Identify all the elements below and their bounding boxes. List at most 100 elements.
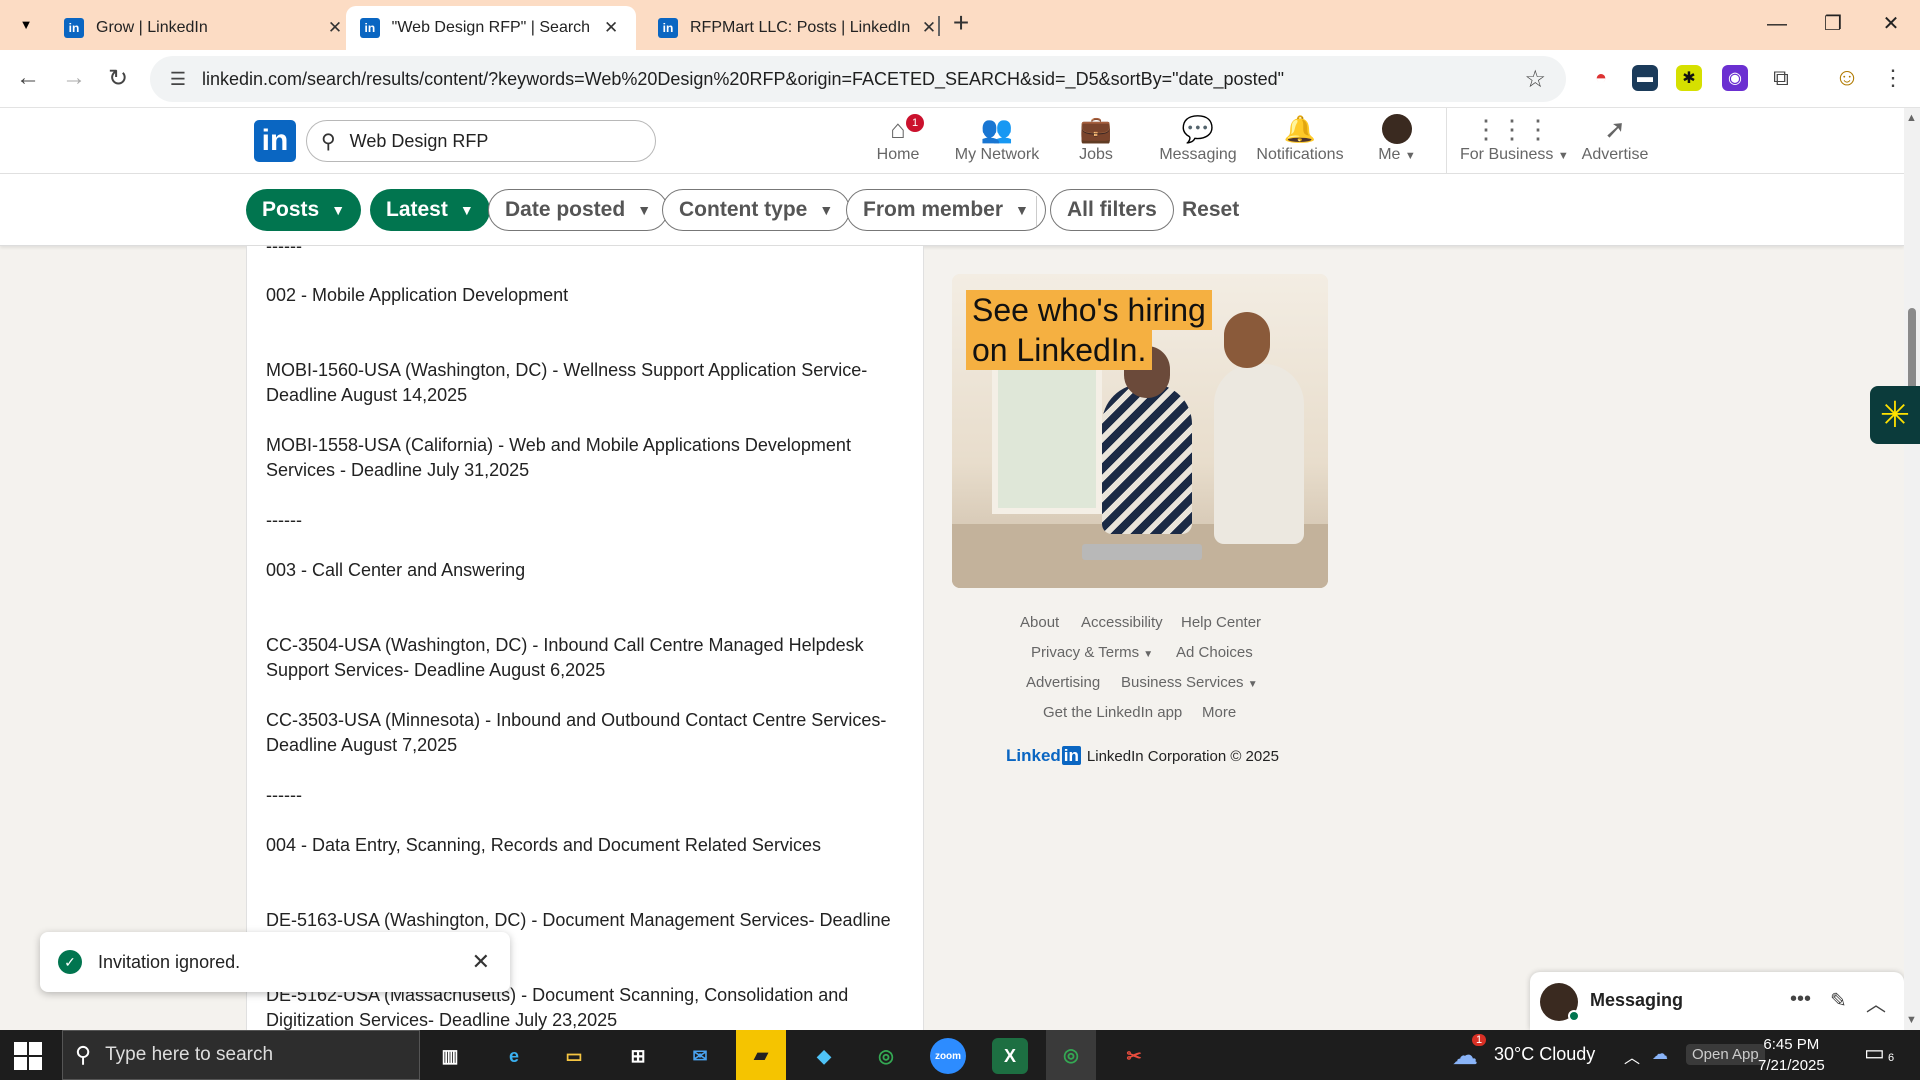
task-view-icon[interactable]: ▥ [432, 1038, 468, 1074]
nav-for-business[interactable]: ⋮⋮⋮ For Business ▼ [1460, 114, 1569, 170]
microsoft-store-icon[interactable]: ⊞ [620, 1038, 656, 1074]
minimize-icon[interactable]: — [1752, 8, 1802, 40]
scroll-down-arrow-icon[interactable]: ▼ [1906, 1014, 1917, 1026]
close-icon[interactable]: ✕ [324, 18, 346, 38]
filter-posts[interactable]: Posts ▼ [246, 189, 362, 231]
windows-start-icon[interactable] [14, 1042, 42, 1070]
caret-down-icon: ▼ [1015, 202, 1029, 218]
profile-icon[interactable]: ☺ [1834, 64, 1860, 91]
linkedin-favicon-icon: in [658, 18, 678, 38]
chevron-up-icon[interactable]: ︿ [1866, 988, 1886, 1017]
footer-link-accessibility[interactable]: Accessibility [1081, 614, 1163, 631]
url-text[interactable]: linkedin.com/search/results/content/?key… [202, 69, 1284, 90]
search-input[interactable]: ⚲ Web Design RFP [306, 120, 656, 162]
all-filters-button[interactable]: All filters [1050, 189, 1174, 231]
chat-icon: 💬 [1181, 114, 1215, 144]
diamond-app-icon[interactable]: ◆ [806, 1038, 842, 1074]
kebab-menu-icon[interactable]: ⋮ [1880, 65, 1906, 91]
close-window-icon[interactable]: ✕ [1866, 8, 1916, 40]
nav-divider [1446, 108, 1447, 174]
footer-link-get-app[interactable]: Get the LinkedIn app [1043, 704, 1182, 721]
messaging-title[interactable]: Messaging [1590, 990, 1683, 1011]
nav-notifications[interactable]: 🔔 Notifications [1252, 114, 1348, 170]
windows-taskbar: ⚲ Type here to search ▥ e ▭ ⊞ ✉ ▰ ◆ ◎ zo… [0, 1030, 1920, 1080]
footer-link-privacy-terms[interactable]: Privacy & Terms ▼ [1031, 644, 1153, 661]
site-info-icon[interactable]: ☰ [160, 69, 196, 90]
messaging-overlay[interactable]: Messaging ••• ✎ ︿ [1530, 972, 1904, 1030]
compose-icon[interactable]: ✎ [1830, 988, 1847, 1013]
folder-extension-icon[interactable]: ▬ [1632, 65, 1658, 91]
sparkle-side-widget-icon[interactable]: ✳ [1870, 386, 1920, 444]
page-scrollbar[interactable]: ▲ ▼ [1904, 108, 1920, 1030]
weather-text[interactable]: 30°C Cloudy [1494, 1044, 1595, 1065]
forward-arrow-icon[interactable]: → [56, 60, 92, 96]
footer-link-ad-choices[interactable]: Ad Choices [1176, 644, 1253, 661]
restore-icon[interactable]: ❐ [1808, 8, 1858, 40]
caret-down-icon: ▼ [1247, 679, 1258, 690]
notification-count: 6 [1886, 1052, 1897, 1064]
footer-link-more[interactable]: More [1202, 704, 1236, 721]
caret-down-icon: ▼ [1143, 649, 1154, 660]
zoom-icon[interactable]: zoom [930, 1038, 966, 1074]
post-line: 002 - Mobile Application Development [266, 285, 569, 305]
footer-link-help-center[interactable]: Help Center [1181, 614, 1261, 631]
nav-messaging[interactable]: 💬 Messaging [1158, 114, 1238, 170]
more-options-icon[interactable]: ••• [1790, 988, 1811, 1011]
chevron-up-icon[interactable]: ︿ [1624, 1044, 1640, 1068]
nav-home[interactable]: ⌂ 1 Home [870, 114, 926, 170]
search-query[interactable]: Web Design RFP [350, 131, 489, 152]
scroll-up-arrow-icon[interactable]: ▲ [1906, 112, 1917, 124]
ad-person-illustration [1214, 364, 1304, 544]
footer-link-advertising[interactable]: Advertising [1026, 674, 1100, 691]
footer-link-business-services[interactable]: Business Services ▼ [1121, 674, 1258, 691]
hiring-ad-banner[interactable]: See who's hiring on LinkedIn. [952, 274, 1328, 588]
nav-my-network[interactable]: 👥 My Network [952, 114, 1042, 170]
reload-icon[interactable]: ↻ [100, 60, 136, 96]
nav-me[interactable]: Me ▼ [1372, 114, 1422, 170]
chrome-icon[interactable]: ◎ [868, 1038, 904, 1074]
filter-from-member[interactable]: From member ▼ [846, 189, 1046, 231]
nav-jobs[interactable]: 💼 Jobs [1070, 114, 1122, 170]
filter-divider [1036, 196, 1037, 226]
open-app-button[interactable]: Open App [1686, 1044, 1765, 1065]
notification-center-icon[interactable]: ▭ 6 [1864, 1040, 1897, 1066]
onedrive-cloud-icon[interactable]: ☁ [1652, 1044, 1668, 1064]
mail-icon[interactable]: ✉ [682, 1038, 718, 1074]
compass-icon: ➚ [1604, 114, 1626, 144]
address-bar[interactable]: ☰ linkedin.com/search/results/content/?k… [150, 56, 1566, 102]
caret-down-icon: ▼ [331, 202, 346, 218]
nav-advertise[interactable]: ➚ Advertise [1580, 114, 1650, 170]
filter-date-posted[interactable]: Date posted ▼ [488, 189, 669, 231]
close-icon[interactable]: ✕ [918, 18, 940, 38]
tab-web-design-search[interactable]: in "Web Design RFP" | Search | LinkedIn … [346, 6, 636, 50]
filter-latest[interactable]: Latest ▼ [370, 189, 490, 231]
new-tab-button[interactable]: + [946, 8, 976, 38]
edge-browser-icon[interactable]: e [496, 1038, 532, 1074]
excel-icon[interactable]: X [992, 1038, 1028, 1074]
taskbar-search-input[interactable]: ⚲ Type here to search [62, 1030, 420, 1080]
file-explorer-icon[interactable]: ▭ [556, 1038, 592, 1074]
sparkle-extension-icon[interactable]: ✱ [1676, 65, 1702, 91]
chrome-icon[interactable]: ◎ [1046, 1030, 1096, 1080]
close-icon[interactable]: ✕ [600, 18, 622, 38]
footer-link-about[interactable]: About [1020, 614, 1059, 631]
clock-time: 6:45 PM [1763, 1036, 1820, 1053]
pokeball-extension-icon[interactable]: ◓ [1588, 65, 1614, 91]
tab-separator [938, 16, 940, 36]
search-icon: ⚲ [321, 130, 336, 153]
sticky-notes-icon[interactable]: ▰ [736, 1030, 786, 1080]
tab-search-button[interactable]: ▼ [12, 10, 40, 38]
close-icon[interactable]: ✕ [472, 949, 490, 975]
extensions-puzzle-icon[interactable]: ⧉ [1768, 65, 1794, 91]
tab-rfpmart-posts[interactable]: in RFPMart LLC: Posts | LinkedIn ✕ [644, 6, 954, 50]
back-arrow-icon[interactable]: ← [10, 60, 46, 96]
filter-content-type[interactable]: Content type ▼ [662, 189, 851, 231]
tab-grow-linkedin[interactable]: in Grow | LinkedIn ✕ [50, 6, 360, 50]
snipping-tool-icon[interactable]: ✂ [1116, 1038, 1152, 1074]
linkedin-logo[interactable]: in [254, 120, 296, 162]
toast-notification: ✓ Invitation ignored. ✕ [40, 932, 510, 992]
bookmark-star-icon[interactable]: ☆ [1524, 65, 1546, 94]
taskbar-clock[interactable]: 6:45 PM 7/21/2025 [1758, 1034, 1825, 1076]
color-picker-extension-icon[interactable]: ◉ [1722, 65, 1748, 91]
reset-button[interactable]: Reset [1182, 198, 1239, 222]
